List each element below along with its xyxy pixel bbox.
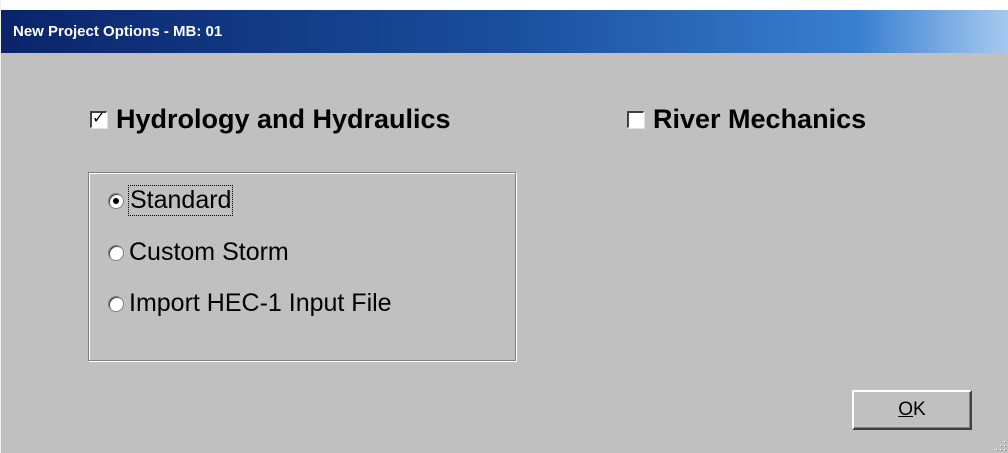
radio-button[interactable] xyxy=(108,295,124,312)
checkbox-box[interactable]: ✓ xyxy=(90,108,107,128)
radio-import-hec1[interactable]: Import HEC-1 Input File xyxy=(108,289,392,318)
ok-mnemonic: O xyxy=(898,399,914,420)
dialog-window: New Project Options - MB: 01 ✓ Hydrology… xyxy=(0,0,1008,453)
river-mechanics-label: River Mechanics xyxy=(653,104,867,134)
river-mechanics-checkbox[interactable]: River Mechanics xyxy=(627,104,866,135)
radio-dot-icon xyxy=(113,197,119,204)
hydrology-checkbox[interactable]: ✓ Hydrology and Hydraulics xyxy=(90,104,451,135)
title-bar[interactable]: New Project Options - MB: 01 xyxy=(1,10,1008,53)
ok-button[interactable]: OK xyxy=(852,390,972,430)
radio-custom-storm[interactable]: Custom Storm xyxy=(108,238,289,267)
ok-label-rest: K xyxy=(913,399,926,420)
top-edge xyxy=(1,0,1008,10)
check-mark-icon: ✓ xyxy=(92,108,106,127)
radio-button[interactable] xyxy=(108,244,124,261)
hydrology-label: Hydrology and Hydraulics xyxy=(116,104,451,134)
radio-custom-storm-label: Custom Storm xyxy=(129,238,289,266)
window-title: New Project Options - MB: 01 xyxy=(13,23,223,40)
radio-standard[interactable]: Standard xyxy=(108,185,234,216)
radio-standard-label: Standard xyxy=(127,185,234,216)
resize-grip-icon[interactable] xyxy=(992,437,1008,453)
checkbox-box[interactable] xyxy=(627,111,644,128)
radio-import-hec1-label: Import HEC-1 Input File xyxy=(129,289,392,317)
radio-button[interactable] xyxy=(108,192,124,209)
